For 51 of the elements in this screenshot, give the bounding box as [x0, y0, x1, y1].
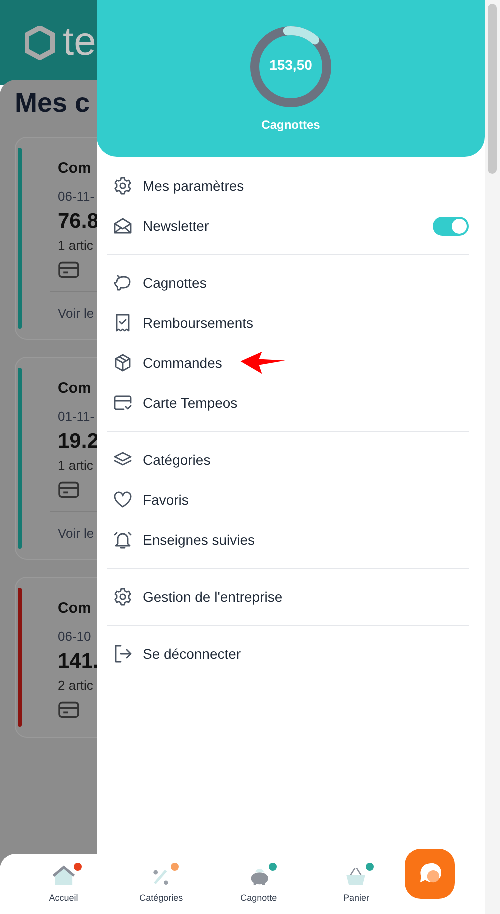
- card-icon: [113, 393, 133, 413]
- heart-icon: [113, 490, 133, 510]
- scrollbar[interactable]: [485, 0, 500, 914]
- order-date: 06-10: [58, 629, 92, 644]
- item-count: 1 artic: [58, 458, 94, 473]
- nav-tab[interactable]: Cagnotte: [210, 865, 308, 903]
- menu-item[interactable]: Remboursements: [143, 315, 254, 331]
- order-title: Com: [58, 160, 92, 177]
- menu-item[interactable]: Catégories: [143, 452, 211, 468]
- item-count: 2 artic: [58, 678, 94, 693]
- card-icon: [58, 481, 80, 499]
- order-amount: 19.2: [58, 430, 99, 454]
- order-amount: 76.8: [58, 210, 99, 234]
- basket-icon: [344, 865, 368, 887]
- gear-icon: [113, 176, 133, 196]
- view-link[interactable]: Voir le: [58, 306, 99, 321]
- order-date: 01-11-: [58, 409, 96, 424]
- nav-tab[interactable]: Catégories: [112, 865, 210, 903]
- logo-icon: [25, 26, 55, 60]
- nav-tab[interactable]: Accueil: [15, 865, 113, 903]
- order-title: Com: [58, 380, 92, 397]
- order-title: Com: [58, 600, 92, 617]
- menu-item[interactable]: Enseignes suivies: [143, 532, 256, 548]
- bell-icon: [113, 530, 133, 550]
- logout-icon: [113, 644, 133, 664]
- house-icon: [52, 865, 76, 887]
- menu-item[interactable]: Newsletter: [143, 218, 210, 234]
- menu-item[interactable]: Mes paramètres: [143, 178, 244, 194]
- order-amount: 141.: [58, 650, 99, 674]
- order-date: 06-11-: [58, 189, 96, 204]
- menu-item[interactable]: Favoris: [143, 492, 189, 508]
- card-icon: [58, 261, 80, 279]
- menu-item[interactable]: Carte Tempeos: [143, 395, 238, 411]
- menu-item[interactable]: Cagnottes: [143, 275, 207, 291]
- card-icon: [58, 701, 80, 719]
- mail-icon: [113, 216, 133, 236]
- menu-item[interactable]: Commandes: [143, 355, 222, 371]
- menu-item[interactable]: Gestion de l'entreprise: [143, 589, 283, 605]
- logo-text: te: [63, 20, 96, 65]
- piggy-icon: [113, 273, 133, 293]
- item-count: 1 artic: [58, 238, 94, 253]
- newsletter-toggle[interactable]: [433, 216, 469, 236]
- menu-item[interactable]: Se déconnecter: [143, 646, 242, 662]
- nav-tab[interactable]: Panier: [308, 865, 406, 903]
- balance-label: Cagnottes: [262, 118, 320, 132]
- balance-value: 153,50: [270, 57, 312, 73]
- chat-button[interactable]: [405, 849, 456, 899]
- gear-icon: [113, 587, 133, 607]
- box-icon: [113, 353, 133, 373]
- page-title: Mes c: [15, 88, 92, 119]
- view-link[interactable]: Voir le: [58, 526, 99, 541]
